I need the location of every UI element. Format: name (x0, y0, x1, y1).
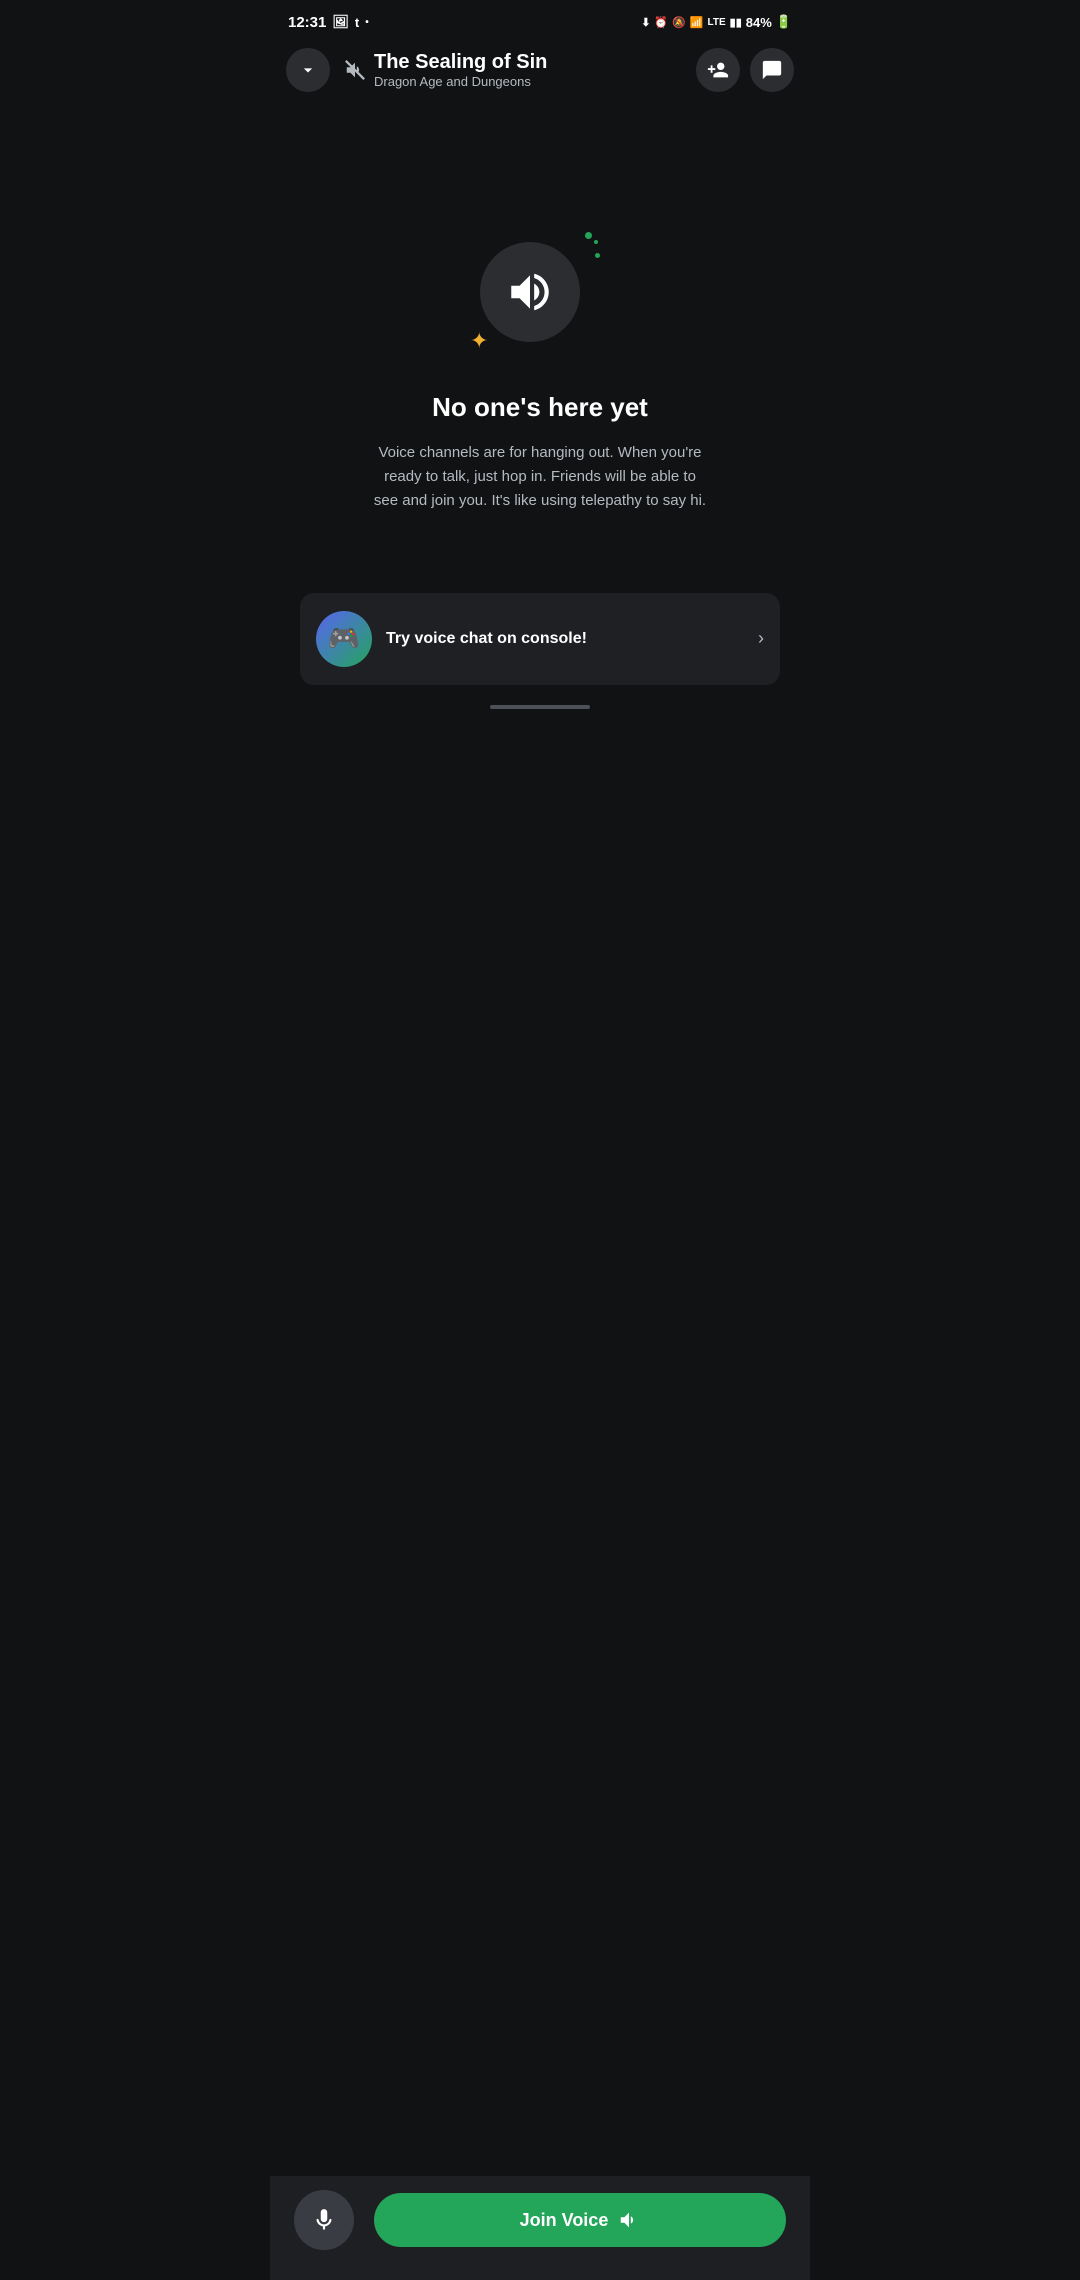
download-icon: ⬇ (641, 16, 650, 29)
header-actions (696, 48, 794, 92)
join-voice-speaker-icon (618, 2209, 640, 2231)
voice-icon-container: ✦ (480, 232, 600, 352)
status-right: ⬇ ⏰ 🔕 📶 LTE ▮▮ 84% 🔋 (641, 14, 792, 30)
join-voice-label: Join Voice (520, 2210, 609, 2231)
lte-icon: LTE (708, 17, 726, 28)
console-icon: 🎮 (316, 611, 372, 667)
battery-percent: 84% (746, 15, 772, 30)
home-indicator (300, 705, 780, 709)
voice-icon-circle (480, 242, 580, 342)
alarm-icon: ⏰ (654, 16, 668, 29)
home-indicator-bar (490, 705, 590, 709)
channel-title: The Sealing of Sin (374, 50, 547, 74)
empty-state-description: Voice channels are for hanging out. When… (370, 441, 710, 513)
console-promo-text: Try voice chat on console! (386, 630, 744, 648)
microphone-icon (311, 2207, 337, 2233)
back-button[interactable] (286, 48, 330, 92)
status-time: 12:31 (288, 14, 326, 31)
chevron-down-icon (298, 60, 318, 80)
status-bar: 12:31 🖼 t • ⬇ ⏰ 🔕 📶 LTE ▮▮ 84% 🔋 (270, 0, 810, 40)
microphone-button[interactable] (294, 2190, 354, 2250)
signal-icon: ▮▮ (730, 16, 742, 29)
battery-icon: 🔋 (776, 14, 792, 30)
header: The Sealing of Sin Dragon Age and Dungeo… (270, 40, 810, 100)
photo-icon: 🖼 (332, 14, 349, 30)
empty-state-title: No one's here yet (432, 392, 648, 423)
bottom-bar: Join Voice (270, 2176, 810, 2280)
mute-icon: 🔕 (672, 16, 686, 29)
header-info: The Sealing of Sin Dragon Age and Dungeo… (344, 50, 682, 91)
add-member-button[interactable] (696, 48, 740, 92)
sparkle-gold-icon: ✦ (470, 330, 488, 352)
wifi-icon: 📶 (690, 16, 704, 29)
sparkle-dot-mid (594, 240, 598, 244)
channel-mute-icon (344, 59, 366, 81)
header-text: The Sealing of Sin Dragon Age and Dungeo… (374, 50, 547, 91)
join-voice-button[interactable]: Join Voice (374, 2193, 786, 2247)
server-name: Dragon Age and Dungeons (374, 74, 547, 91)
add-member-icon (707, 59, 729, 81)
chat-icon (761, 59, 783, 81)
status-left: 12:31 🖼 t • (288, 14, 369, 31)
console-chevron-icon: › (758, 628, 764, 649)
console-promo-banner[interactable]: 🎮 Try voice chat on console! › (300, 593, 780, 685)
dot-indicator: • (365, 17, 369, 28)
speaker-icon (505, 267, 555, 317)
tumblr-icon: t (355, 15, 359, 30)
chat-button[interactable] (750, 48, 794, 92)
main-content: ✦ No one's here yet Voice channels are f… (270, 100, 810, 800)
sparkle-green-icon (570, 232, 600, 262)
